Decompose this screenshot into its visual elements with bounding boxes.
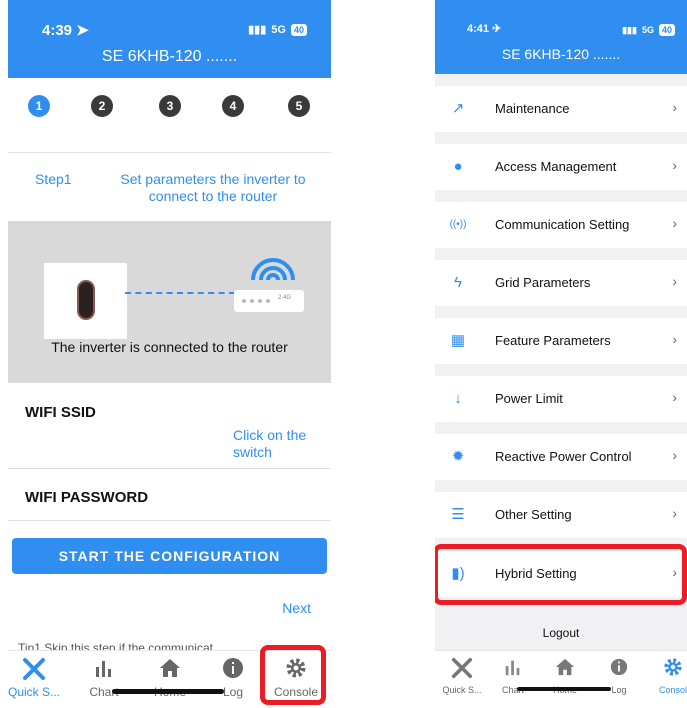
network-label: 5G (271, 23, 286, 36)
divider (8, 152, 331, 153)
tools-icon (8, 657, 64, 680)
router-band-label: 2.4G (278, 295, 292, 301)
chevron-right-icon: › (672, 505, 677, 521)
wrench-icon: ↗ (451, 100, 465, 117)
tab-bar: Quick S... Chart Home Log Consol (435, 650, 687, 708)
router-icon: 2.4G (234, 290, 304, 312)
menu-item-feature-parameters[interactable]: ▦ Feature Parameters › (435, 318, 687, 364)
menu-item-access-management[interactable]: ● Access Management › (435, 144, 687, 190)
device-title: SE 6KHB-120 ....... (101, 48, 238, 65)
step-description: Set parameters the inverter to connect t… (120, 171, 306, 204)
menu-item-reactive-power-control[interactable]: ✹ Reactive Power Control › (435, 434, 687, 480)
divider (8, 520, 331, 521)
wifi-icon (251, 258, 295, 281)
header-bar: 4:39 ➤ ▮▮▮ 5G 40 SE 6KHB-120 ....... (8, 0, 331, 78)
router-illustration: 2.4G The inverter is connected to the ro… (8, 221, 331, 383)
status-icons: ▮▮▮ 5G 40 (248, 23, 307, 36)
step-indicator: 1 2 3 4 5 (8, 95, 331, 125)
menu-item-other-setting[interactable]: ☰ Other Setting › (435, 492, 687, 538)
signal-icon: ▮▮▮ (622, 24, 637, 35)
chart-icon (483, 657, 543, 679)
console-highlight-box (260, 645, 326, 705)
step-5[interactable]: 5 (288, 95, 310, 117)
wifi-switch-link[interactable]: Click on the switch (233, 427, 323, 461)
battery-icon: 40 (290, 23, 307, 36)
menu-icon: ☰ (451, 506, 465, 523)
status-time: 4:41 ✈ (467, 23, 502, 35)
status-time: 4:39 ➤ (42, 22, 89, 39)
logout-button[interactable]: Logout (435, 626, 687, 640)
step-label: Step1 (35, 171, 72, 187)
header-bar: 4:41 ✈ ▮▮▮ 5G 40 SE 6KHB-120 ....... (435, 0, 687, 74)
step-3[interactable]: 3 (159, 95, 181, 117)
menu-item-power-limit[interactable]: ↓ Power Limit › (435, 376, 687, 422)
arrow-down-icon: ↓ (454, 390, 462, 407)
grid-icon: ▦ (450, 332, 466, 349)
status-icons: ▮▮▮ 5G 40 (622, 24, 675, 36)
illustration-caption: The inverter is connected to the router (51, 339, 288, 355)
phone-left-screen: 4:39 ➤ ▮▮▮ 5G 40 SE 6KHB-120 ....... 1 2… (8, 0, 331, 708)
gear-icon: ✹ (451, 448, 465, 465)
inverter-icon (44, 263, 127, 339)
user-icon: ● (453, 158, 463, 175)
gear-icon (643, 657, 687, 679)
wifi-password-label: WIFI PASSWORD (25, 489, 149, 506)
wifi-ssid-label: WIFI SSID (25, 404, 96, 421)
home-icon (535, 657, 595, 679)
start-configuration-button[interactable]: START THE CONFIGURATION (12, 538, 327, 574)
chevron-right-icon: › (672, 331, 677, 347)
network-label: 5G (641, 25, 654, 35)
step-2[interactable]: 2 (91, 95, 113, 117)
menu-item-grid-parameters[interactable]: ϟ Grid Parameters › (435, 260, 687, 306)
menu-item-maintenance[interactable]: ↗ Maintenance › (435, 86, 687, 132)
menu-item-communication-setting[interactable]: ((•)) Communication Setting › (435, 202, 687, 248)
home-indicator (112, 689, 224, 694)
phone-right-screen: 4:41 ✈ ▮▮▮ 5G 40 SE 6KHB-120 ....... ↗ M… (435, 0, 687, 708)
chevron-right-icon: › (672, 273, 677, 289)
chevron-right-icon: › (672, 389, 677, 405)
tab-quick-setting[interactable]: Quick S... (8, 657, 64, 699)
home-indicator (517, 687, 611, 691)
connection-line (125, 292, 235, 294)
chevron-right-icon: › (672, 215, 677, 231)
chevron-right-icon: › (672, 447, 677, 463)
step-4[interactable]: 4 (222, 95, 244, 117)
chevron-right-icon: › (672, 157, 677, 173)
next-link[interactable]: Next (282, 600, 311, 616)
chevron-right-icon: › (672, 99, 677, 115)
tab-console[interactable]: Consol (643, 657, 687, 695)
signal-icon: ((•)) (449, 219, 467, 230)
info-icon (203, 657, 263, 679)
hybrid-setting-highlight-box (435, 544, 687, 605)
info-icon (589, 657, 649, 679)
step-1[interactable]: 1 (28, 95, 50, 117)
signal-icon: ▮▮▮ (248, 24, 267, 36)
lightning-icon: ϟ (454, 274, 462, 291)
home-icon (140, 657, 200, 679)
chart-icon (74, 657, 134, 679)
battery-icon: 40 (658, 24, 675, 36)
divider (8, 468, 331, 469)
device-title: SE 6KHB-120 ....... (501, 46, 621, 62)
